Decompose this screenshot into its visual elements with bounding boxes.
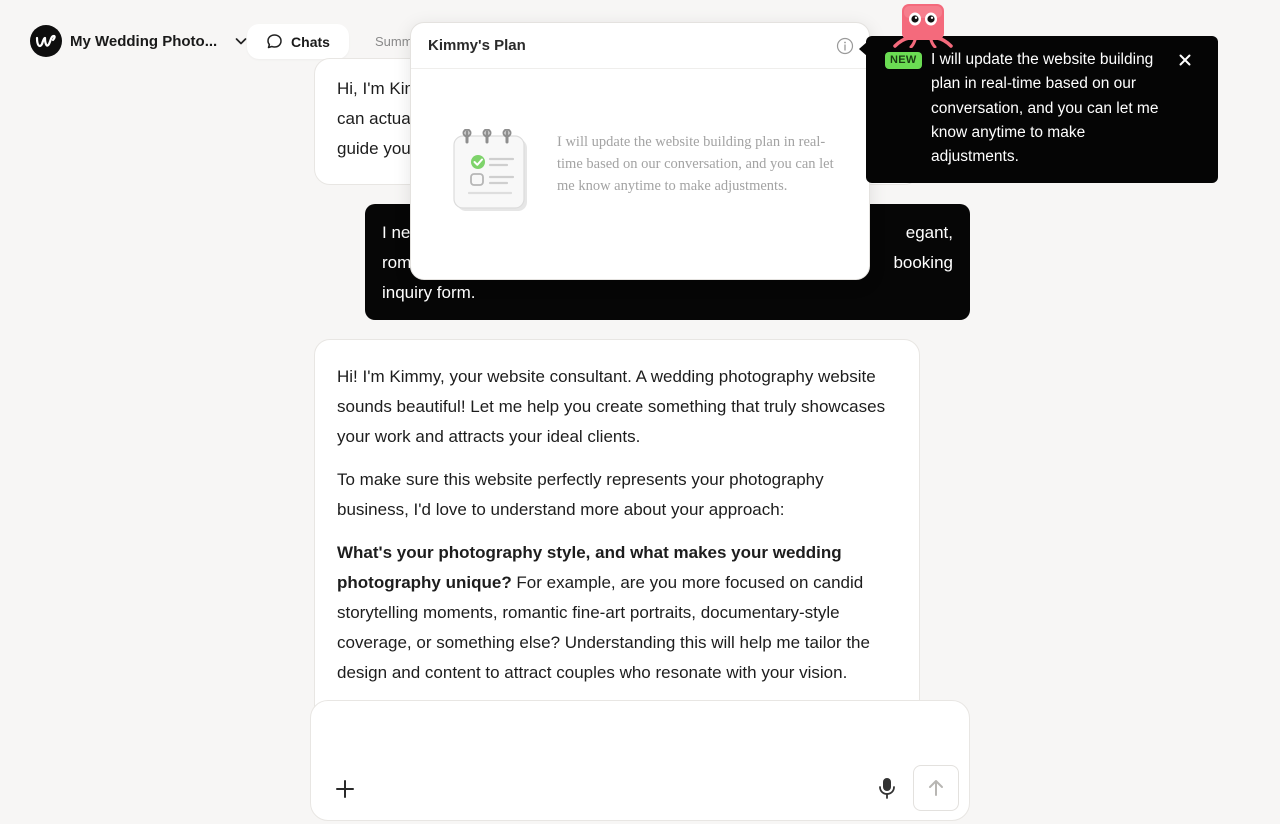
microphone-icon[interactable] bbox=[877, 777, 897, 799]
message-composer[interactable] bbox=[310, 700, 970, 821]
send-button[interactable] bbox=[913, 765, 959, 811]
message-fragment: egant, bbox=[905, 223, 953, 242]
message-paragraph: To make sure this website perfectly repr… bbox=[337, 470, 824, 519]
tab-chats-label: Chats bbox=[291, 33, 330, 50]
divider bbox=[411, 68, 869, 69]
tooltip-text: I will update the website building plan … bbox=[931, 51, 1159, 166]
app-window: My Wedding Photo... Chats Summary Hi, I'… bbox=[0, 0, 1280, 824]
message-fragment: booking bbox=[893, 253, 953, 272]
project-switcher[interactable]: My Wedding Photo... bbox=[30, 24, 249, 58]
brand-logo-icon bbox=[30, 25, 62, 57]
project-name: My Wedding Photo... bbox=[70, 32, 218, 50]
plus-icon[interactable] bbox=[333, 777, 357, 801]
new-feature-tooltip: NEW I will update the website building p… bbox=[866, 36, 1218, 183]
chat-bubble-icon bbox=[267, 34, 282, 49]
mascot-icon bbox=[893, 4, 953, 48]
new-badge: NEW bbox=[885, 52, 922, 69]
plan-description: I will update the website building plan … bbox=[557, 134, 834, 194]
message-input[interactable] bbox=[333, 717, 943, 757]
message-fragment: rom bbox=[382, 253, 412, 272]
message-fragment: I ne bbox=[382, 223, 411, 242]
tab-chats[interactable]: Chats bbox=[247, 24, 349, 59]
info-icon[interactable] bbox=[836, 37, 854, 55]
message-line: inquiry form. bbox=[382, 283, 476, 302]
assistant-message: Hi! I'm Kimmy, your website consultant. … bbox=[314, 339, 920, 739]
plan-title: Kimmy's Plan bbox=[428, 37, 526, 54]
close-icon[interactable] bbox=[1178, 53, 1192, 67]
message-paragraph: What's your photography style, and what … bbox=[337, 538, 897, 688]
arrow-up-icon bbox=[929, 780, 943, 796]
message-paragraph: Hi! I'm Kimmy, your website consultant. … bbox=[337, 367, 886, 446]
checklist-notepad-icon bbox=[453, 129, 527, 211]
plan-panel: Kimmy's Plan I will update the website b… bbox=[410, 22, 870, 280]
